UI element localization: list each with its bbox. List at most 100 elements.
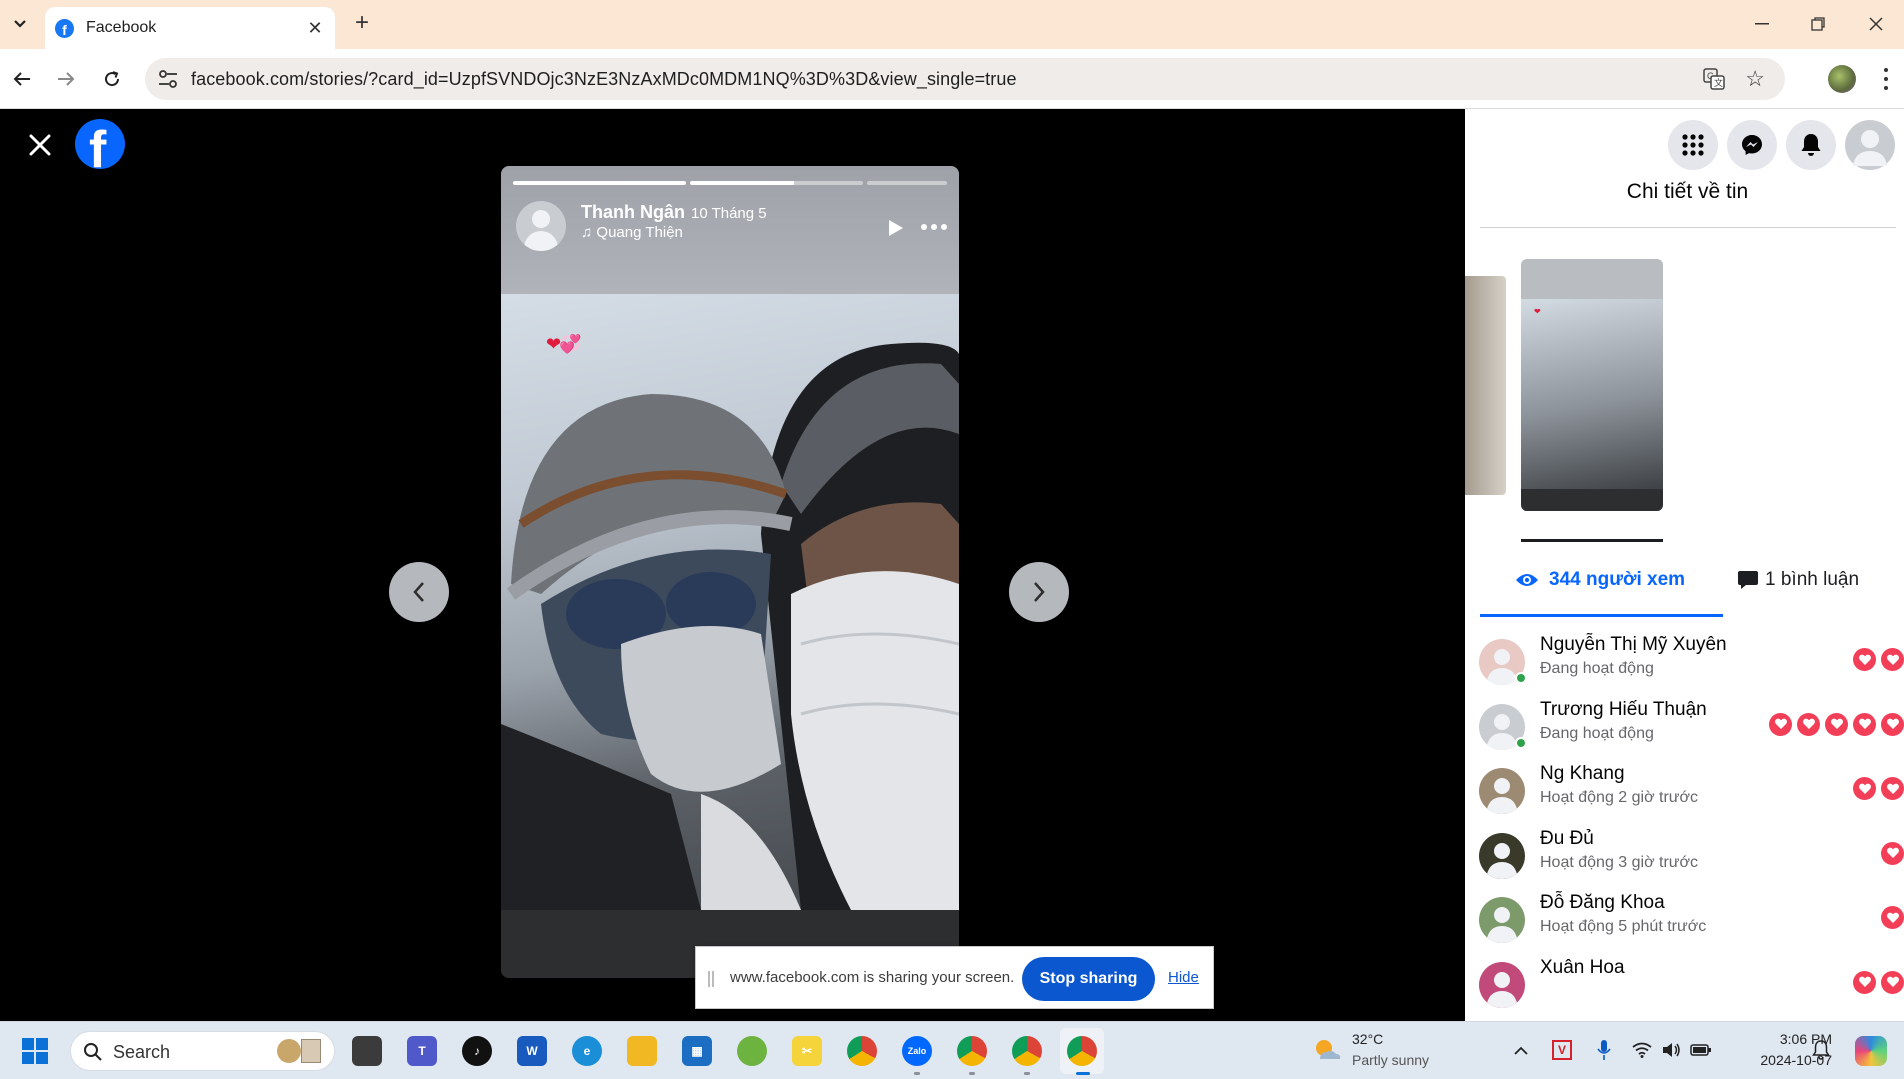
story-author-name[interactable]: Thanh Ngân [581,202,685,223]
menu-button[interactable] [1668,120,1718,170]
tiktok-icon[interactable]: ♪ [462,1036,492,1066]
tab-close-icon[interactable]: ✕ [305,18,325,39]
wifi-icon[interactable] [1632,1042,1652,1058]
weather-temperature[interactable]: 32°C [1352,1031,1383,1047]
close-window-button[interactable] [1864,12,1888,36]
story-details-panel: Chi tiết về tin ❤ 344 người xem 1 bình l… [1465,109,1904,1021]
user-silhouette-icon [1853,130,1887,166]
facebook-logo[interactable]: f [75,119,125,169]
teams-icon[interactable]: T [407,1036,437,1066]
viewer-name[interactable]: Ng Khang [1540,763,1625,785]
browser-tab-facebook[interactable]: f Facebook ✕ [45,7,335,49]
next-story-button[interactable] [1009,562,1069,622]
tab-search-button[interactable] [8,12,32,36]
notifications-button[interactable] [1786,120,1836,170]
vivaldi-tray-icon[interactable]: V [1552,1040,1572,1060]
app-green-icon[interactable] [737,1036,767,1066]
profile-avatar[interactable] [1828,65,1856,93]
viewer-row[interactable]: Trương Hiếu Thuận Đang hoạt động [1479,697,1904,761]
divider [1480,227,1896,228]
windows-logo-icon [22,1038,48,1064]
tab-comments[interactable]: 1 bình luận [1737,565,1859,595]
restore-button[interactable] [1806,12,1830,36]
heart-reaction-icon [1825,712,1848,736]
viewer-row[interactable]: Xuân Hoa [1479,955,1904,1019]
chrome-icon[interactable] [847,1036,877,1066]
play-icon[interactable] [885,218,905,238]
microsoft-store-icon[interactable]: ▦ [682,1036,712,1066]
task-view-icon[interactable] [352,1036,382,1066]
stop-sharing-button[interactable]: Stop sharing [1022,957,1155,1001]
story-photo-illustration [501,342,959,910]
story-card[interactable]: ❤💞 Thanh Ngân 10 Tháng 5 ♫ Quang Thiện [501,166,959,978]
file-explorer-icon[interactable] [627,1036,657,1066]
chevron-down-icon [14,20,26,28]
bell-icon [1801,134,1821,156]
search-highlight-icon [277,1039,301,1063]
story-author-avatar[interactable] [516,201,566,251]
minimize-button[interactable] [1750,12,1774,36]
forward-button[interactable] [52,65,80,93]
viewer-row[interactable]: Ng Khang Hoạt động 2 giờ trước [1479,761,1904,825]
viewer-name[interactable]: Xuân Hoa [1540,957,1625,979]
address-bar[interactable]: facebook.com/stories/?card_id=UzpfSVNDOj… [145,58,1785,100]
viewer-row[interactable]: Nguyễn Thị Mỹ Xuyên Đang hoạt động [1479,632,1904,696]
viewer-avatar[interactable] [1479,961,1525,1008]
taskbar-search[interactable]: Search [70,1031,335,1071]
viewer-row[interactable]: Đu Đủ Hoạt động 3 giờ trước [1479,826,1904,890]
browser-tab-bar: f Facebook ✕ + [0,0,1904,49]
chrome-profile-3-icon[interactable] [1012,1036,1042,1066]
heart-reaction-icon [1881,841,1904,865]
viewer-row[interactable]: Đỗ Đăng Khoa Hoạt động 5 phút trước [1479,890,1904,954]
new-tab-button[interactable]: + [350,11,374,36]
current-story-thumbnail[interactable]: ❤ [1521,259,1663,511]
close-icon [1869,17,1883,31]
weather-description[interactable]: Partly sunny [1352,1052,1429,1068]
messenger-button[interactable] [1727,120,1777,170]
word-icon[interactable]: W [517,1036,547,1066]
chrome-profile-2-icon[interactable] [957,1036,987,1066]
partly-sunny-icon[interactable] [1312,1035,1342,1065]
viewer-name[interactable]: Đỗ Đăng Khoa [1540,892,1665,914]
back-button[interactable] [8,65,36,93]
account-avatar[interactable] [1845,120,1895,170]
viewer-avatar[interactable] [1479,897,1525,943]
viewer-name[interactable]: Trương Hiếu Thuận [1540,699,1707,721]
site-settings-icon[interactable] [157,69,179,89]
tab-viewers[interactable]: 344 người xem [1515,565,1685,595]
active-tab-indicator [1480,614,1723,617]
heart-reaction-icon [1797,712,1820,736]
browser-menu-icon[interactable] [1876,65,1896,93]
heart-reaction-icon [1881,970,1904,994]
viewer-reactions [1853,970,1904,994]
story-more-options-icon[interactable] [921,224,947,232]
zalo-icon[interactable]: Zalo [902,1036,932,1066]
close-story-icon[interactable] [26,131,54,159]
battery-icon[interactable] [1690,1043,1712,1057]
snipping-tool-icon[interactable]: ✂ [792,1036,822,1066]
previous-story-button[interactable] [389,562,449,622]
hide-share-bar-link[interactable]: Hide [1168,969,1199,986]
eye-icon [1516,574,1538,586]
reload-button[interactable] [98,65,126,93]
viewer-avatar[interactable] [1479,832,1525,879]
running-indicator [1024,1072,1030,1075]
viewer-name[interactable]: Nguyễn Thị Mỹ Xuyên [1540,634,1727,656]
viewer-name[interactable]: Đu Đủ [1540,828,1594,850]
viewer-status: Đang hoạt động [1540,660,1654,677]
chrome-active-icon[interactable] [1067,1036,1097,1066]
microphone-icon[interactable] [1597,1039,1611,1061]
story-music[interactable]: ♫ Quang Thiện [581,224,683,241]
edge-icon[interactable]: e [572,1036,602,1066]
copilot-icon[interactable] [1855,1036,1887,1066]
previous-story-thumbnail[interactable] [1465,276,1506,495]
start-button[interactable] [20,1036,50,1066]
screen-share-bar: www.facebook.com is sharing your screen.… [695,946,1214,1009]
drag-handle[interactable] [708,971,714,987]
show-hidden-icons-icon[interactable] [1513,1046,1529,1056]
volume-icon[interactable] [1661,1041,1681,1059]
notification-bell-icon[interactable] [1812,1040,1830,1060]
bookmark-star-icon[interactable]: ☆ [1745,66,1765,92]
translate-icon[interactable]: G文 [1703,68,1725,90]
viewer-avatar[interactable] [1479,768,1525,814]
